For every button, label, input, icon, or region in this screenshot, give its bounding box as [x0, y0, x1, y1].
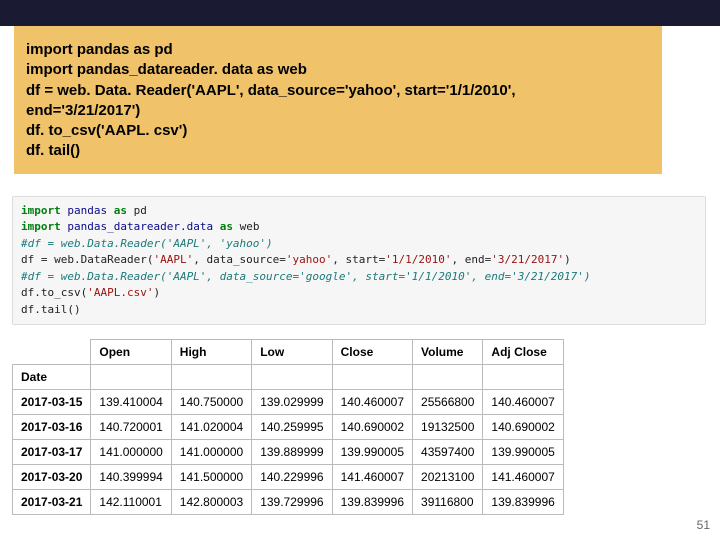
col-header: Adj Close	[483, 340, 563, 365]
table-cell: 140.229996	[252, 465, 332, 490]
table-header-row: Open High Low Close Volume Adj Close	[13, 340, 564, 365]
table-cell: 20213100	[413, 465, 483, 490]
table-row: 2017-03-16140.720001141.020004140.259995…	[13, 415, 564, 440]
table-cell: 141.000000	[171, 440, 251, 465]
comment-line: #df = web.Data.Reader('AAPL', data_sourc…	[21, 270, 591, 283]
col-header: Volume	[413, 340, 483, 365]
table-row: 2017-03-20140.399994141.500000140.229996…	[13, 465, 564, 490]
col-header: Low	[252, 340, 332, 365]
empty-cell	[171, 365, 251, 390]
code-text: )	[153, 286, 160, 299]
table-cell: 140.750000	[171, 390, 251, 415]
empty-cell	[332, 365, 412, 390]
table-cell: 39116800	[413, 490, 483, 515]
kw-as: as	[220, 220, 233, 233]
slide-code-line: df. to_csv('AAPL. csv')	[26, 121, 650, 141]
string-literal: 'AAPL'	[153, 253, 193, 266]
code-text: , start=	[332, 253, 385, 266]
code-cell-content: import pandas as pd import pandas_datare…	[12, 196, 706, 326]
table-cell: 43597400	[413, 440, 483, 465]
comment-line: #df = web.Data.Reader('AAPL', 'yahoo')	[21, 237, 273, 250]
code-text: )	[564, 253, 571, 266]
string-literal: '1/1/2010'	[385, 253, 451, 266]
table-cell: 140.259995	[252, 415, 332, 440]
table-cell: 139.029999	[252, 390, 332, 415]
table-cell: 19132500	[413, 415, 483, 440]
title-dark-strip	[0, 0, 720, 26]
table-cell: 141.500000	[171, 465, 251, 490]
code-text: df.to_csv(	[21, 286, 87, 299]
table-cell: 139.889999	[252, 440, 332, 465]
col-header: High	[171, 340, 251, 365]
empty-cell	[483, 365, 563, 390]
string-literal: '3/21/2017'	[491, 253, 564, 266]
row-index: 2017-03-16	[13, 415, 91, 440]
slide-code-line: df = web. Data. Reader('AAPL', data_sour…	[26, 81, 650, 101]
table-cell: 139.410004	[91, 390, 171, 415]
row-index: 2017-03-17	[13, 440, 91, 465]
kw-import: import	[21, 220, 61, 233]
table-cell: 141.460007	[332, 465, 412, 490]
table-cell: 140.690002	[332, 415, 412, 440]
table-cell: 139.839996	[332, 490, 412, 515]
slide-code-line: import pandas as pd	[26, 40, 650, 60]
mod-name: pandas_datareader.data	[61, 220, 220, 233]
code-text: , data_source=	[193, 253, 286, 266]
col-header: Close	[332, 340, 412, 365]
table-cell: 25566800	[413, 390, 483, 415]
table-cell: 140.460007	[483, 390, 563, 415]
index-name-row: Date	[13, 365, 564, 390]
table-cell: 139.839996	[483, 490, 563, 515]
kw-import: import	[21, 204, 61, 217]
row-index: 2017-03-21	[13, 490, 91, 515]
table-cell: 139.729996	[252, 490, 332, 515]
dataframe-output-table: Open High Low Close Volume Adj Close Dat…	[12, 339, 564, 515]
alias: pd	[127, 204, 147, 217]
table-cell: 141.460007	[483, 465, 563, 490]
slide-code-line: df. tail()	[26, 141, 650, 161]
code-text: , end=	[452, 253, 492, 266]
alias: web	[233, 220, 260, 233]
table-cell: 141.020004	[171, 415, 251, 440]
table-cell: 140.460007	[332, 390, 412, 415]
index-name: Date	[13, 365, 91, 390]
table-row: 2017-03-15139.410004140.750000139.029999…	[13, 390, 564, 415]
slide-code-box: import pandas as pd import pandas_datare…	[14, 26, 662, 174]
col-header: Open	[91, 340, 171, 365]
slide-code-line: end='3/21/2017')	[26, 101, 650, 121]
code-text: df = web.DataReader(	[21, 253, 153, 266]
table-cell: 140.690002	[483, 415, 563, 440]
table-cell: 142.110001	[91, 490, 171, 515]
table-cell: 142.800003	[171, 490, 251, 515]
row-index: 2017-03-20	[13, 465, 91, 490]
table-cell: 140.399994	[91, 465, 171, 490]
kw-as: as	[114, 204, 127, 217]
empty-cell	[91, 365, 171, 390]
table-cell: 141.000000	[91, 440, 171, 465]
code-text: df.tail()	[21, 303, 81, 316]
table-cell: 140.720001	[91, 415, 171, 440]
table-row: 2017-03-21142.110001142.800003139.729996…	[13, 490, 564, 515]
empty-cell	[413, 365, 483, 390]
mod-name: pandas	[61, 204, 114, 217]
table-cell: 139.990005	[483, 440, 563, 465]
string-literal: 'yahoo'	[286, 253, 332, 266]
row-index: 2017-03-15	[13, 390, 91, 415]
table-cell: 139.990005	[332, 440, 412, 465]
table-row: 2017-03-17141.000000141.000000139.889999…	[13, 440, 564, 465]
jupyter-code-cell: import pandas as pd import pandas_datare…	[12, 196, 706, 326]
string-literal: 'AAPL.csv'	[87, 286, 153, 299]
page-number: 51	[697, 518, 710, 532]
table-corner	[13, 340, 91, 365]
slide-code-line: import pandas_datareader. data as web	[26, 60, 650, 80]
empty-cell	[252, 365, 332, 390]
